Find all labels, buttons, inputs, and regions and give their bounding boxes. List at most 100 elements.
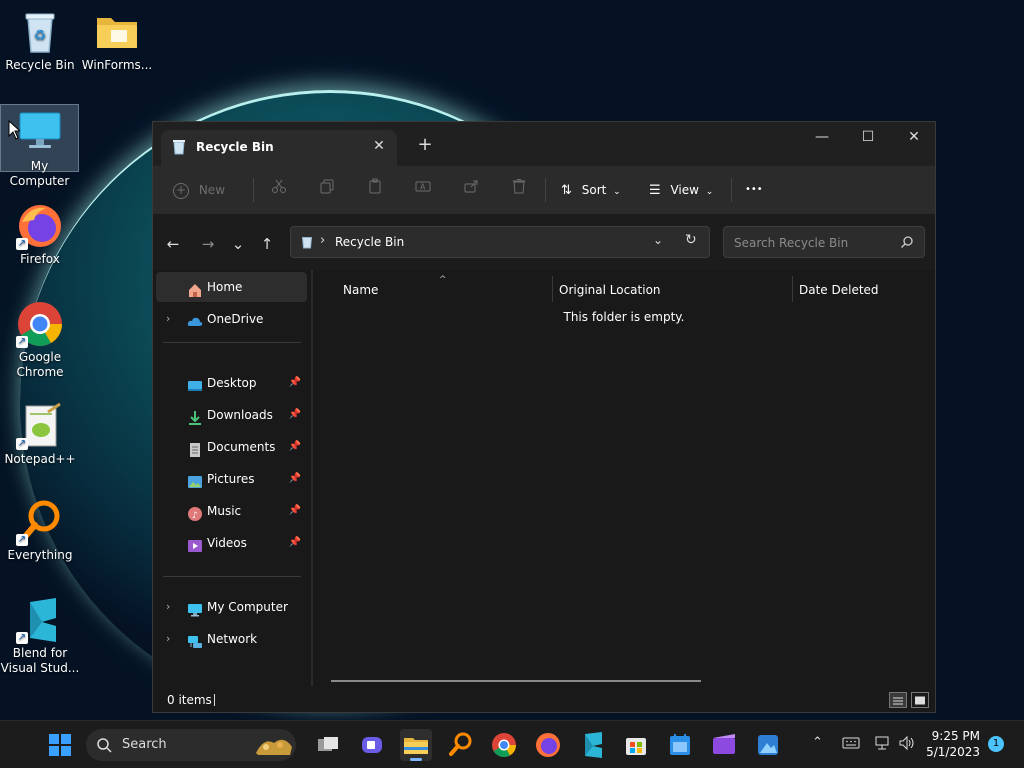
taskbar-clipchamp[interactable] [708, 729, 740, 761]
sidebar-item-home[interactable]: Home [156, 272, 307, 302]
search-icon [96, 737, 112, 757]
sidebar-item-videos[interactable]: Videos 📌 [156, 528, 307, 558]
shortcut-arrow-icon: ↗ [16, 534, 28, 546]
new-tab-button[interactable]: + [413, 134, 437, 156]
search-input[interactable] [732, 233, 896, 253]
tab-close-button[interactable]: ✕ [369, 136, 389, 156]
taskbar-everything[interactable] [444, 729, 476, 761]
chevron-down-icon: ⌄ [705, 187, 714, 197]
sidebar-item-pictures[interactable]: Pictures 📌 [156, 464, 307, 494]
minimize-button[interactable]: — [799, 122, 845, 152]
search-highlight-icon [254, 733, 294, 761]
copy-button[interactable] [319, 178, 339, 202]
keyboard-icon[interactable] [842, 735, 860, 755]
taskbar-chat[interactable] [356, 729, 388, 761]
notification-badge[interactable]: 1 [988, 736, 1004, 752]
column-divider[interactable] [552, 276, 553, 302]
cut-button[interactable] [271, 178, 291, 202]
clock-date[interactable]: 5/1/2023 [920, 745, 980, 759]
chrome-icon [492, 733, 516, 758]
taskbar-store[interactable] [620, 729, 652, 761]
tab-recycle-bin[interactable]: Recycle Bin ✕ [161, 130, 397, 166]
taskbar-photos[interactable] [752, 729, 784, 761]
desktop-icon-winforms[interactable]: WinForms... [77, 8, 157, 73]
sidebar-item-desktop[interactable]: Desktop 📌 [156, 368, 307, 398]
horizontal-scrollbar[interactable] [331, 680, 701, 682]
chevron-down-icon: ⌄ [613, 187, 621, 197]
desktop-icon-blend[interactable]: ↗ Blend for Visual Stud... [0, 596, 80, 676]
rename-icon: A [415, 181, 431, 197]
notepadpp-icon: ↗ [16, 402, 64, 450]
sidebar-item-label: Music [207, 504, 242, 518]
desktop-icon-notepadpp[interactable]: ↗ Notepad++ [0, 402, 80, 467]
chevron-right-icon[interactable]: › [166, 304, 170, 334]
sort-ascending-icon: ^ [439, 275, 447, 285]
refresh-icon[interactable]: ↻ [685, 232, 697, 248]
column-header-name[interactable]: Name ^ [343, 275, 543, 304]
thumbnail-view-icon [915, 696, 925, 705]
address-dropdown-icon[interactable]: ⌄ [653, 233, 663, 247]
start-button[interactable] [44, 729, 76, 761]
navigation-pane: Home › OneDrive Desktop 📌 Downloads 📌 Do… [153, 270, 311, 686]
column-header-date-deleted[interactable]: Date Deleted [799, 276, 919, 304]
taskbar-search[interactable]: Search [86, 729, 296, 761]
forward-button[interactable]: → [196, 232, 220, 256]
pin-icon: 📌 [288, 537, 301, 548]
share-button[interactable] [463, 178, 483, 202]
desktop-icon-chrome[interactable]: ↗ Google Chrome [0, 300, 80, 380]
title-bar[interactable]: Recycle Bin ✕ + — ☐ ✕ [153, 122, 935, 166]
recycle-bin-icon: ♻ [16, 8, 64, 56]
large-icons-view-button[interactable] [911, 692, 929, 708]
task-view-button[interactable] [312, 729, 344, 761]
chevron-right-icon[interactable]: › [166, 592, 170, 622]
sidebar-item-label: Desktop [207, 376, 257, 390]
sidebar-item-onedrive[interactable]: › OneDrive [156, 304, 307, 334]
see-more-button[interactable]: ••• [745, 178, 769, 202]
tray-overflow-chevron-icon[interactable]: ⌃ [812, 735, 823, 750]
details-view-button[interactable] [889, 692, 907, 708]
desktop-icon-recycle-bin[interactable]: ♻ Recycle Bin [0, 8, 80, 73]
desktop-folder-icon [187, 375, 203, 391]
firefox-icon: ↗ [16, 202, 64, 250]
taskbar-blend[interactable] [576, 729, 608, 761]
search-box[interactable] [723, 226, 925, 258]
folder-icon [93, 8, 141, 56]
column-header-original-location[interactable]: Original Location [559, 276, 779, 304]
view-button[interactable]: ☰ View ⌄ [649, 178, 719, 202]
sidebar-item-downloads[interactable]: Downloads 📌 [156, 400, 307, 430]
volume-icon[interactable] [898, 735, 916, 755]
maximize-button[interactable]: ☐ [845, 122, 891, 152]
sidebar-item-documents[interactable]: Documents 📌 [156, 432, 307, 462]
breadcrumb-recycle-bin[interactable]: Recycle Bin [335, 235, 404, 249]
desktop-icon-everything[interactable]: ↗ Everything [0, 498, 80, 563]
desktop-icon-firefox[interactable]: ↗ Firefox [0, 202, 80, 267]
chevron-right-icon[interactable]: › [166, 624, 170, 654]
sidebar-item-label: Videos [207, 536, 247, 550]
column-divider[interactable] [792, 276, 793, 302]
delete-button[interactable] [511, 178, 531, 202]
empty-folder-message: This folder is empty. [563, 310, 685, 324]
sidebar-item-network[interactable]: › Network [156, 624, 307, 654]
network-status-icon[interactable] [874, 735, 892, 755]
clock-time[interactable]: 9:25 PM [920, 729, 980, 743]
plus-circle-icon: + [173, 182, 189, 199]
new-button[interactable]: + New ⌄ [173, 178, 237, 221]
taskbar-calendar[interactable] [664, 729, 696, 761]
taskbar-chrome[interactable] [488, 729, 520, 761]
up-button[interactable]: ↑ [255, 232, 279, 256]
taskbar-file-explorer[interactable] [400, 729, 432, 761]
paste-button[interactable] [367, 178, 387, 202]
pin-icon: 📌 [288, 409, 301, 420]
sidebar-item-my-computer[interactable]: › My Computer [156, 592, 307, 622]
recent-locations-button[interactable]: ⌄ [226, 232, 250, 256]
rename-button[interactable]: A [415, 178, 435, 202]
shortcut-arrow-icon: ↗ [16, 632, 28, 644]
address-bar[interactable]: › Recycle Bin ⌄ ↻ [290, 226, 710, 258]
status-divider [214, 694, 215, 706]
sort-button[interactable]: ⇅ Sort ⌄ [561, 178, 627, 202]
taskbar-firefox[interactable] [532, 729, 564, 761]
everything-search-icon [449, 732, 472, 756]
close-button[interactable]: ✕ [891, 122, 935, 152]
back-button[interactable]: ← [161, 232, 185, 256]
sidebar-item-music[interactable]: ♪ Music 📌 [156, 496, 307, 526]
